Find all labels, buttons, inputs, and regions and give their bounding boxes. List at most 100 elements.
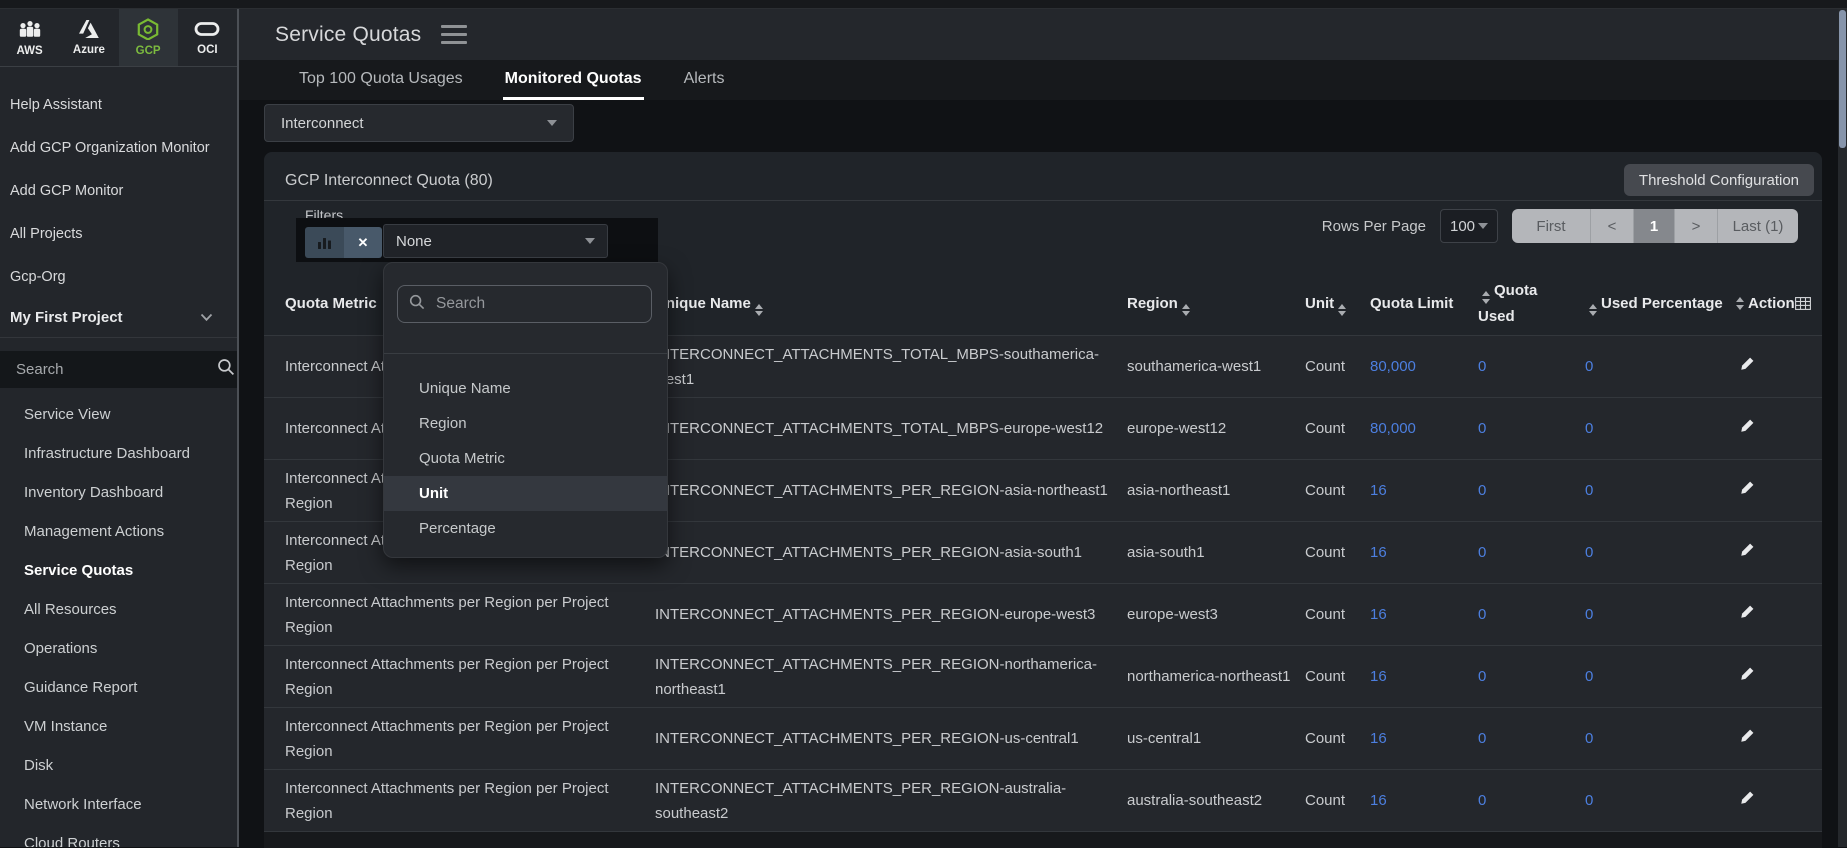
cell-quota-metric: Interconnect Attachments per Region per … <box>285 590 655 640</box>
quota-limit-link[interactable]: 80,000 <box>1370 420 1416 437</box>
column-header-unit[interactable]: Unit <box>1305 291 1370 317</box>
quota-limit-link[interactable]: 16 <box>1370 792 1387 809</box>
filter-chip[interactable]: ✕ <box>305 227 382 258</box>
pencil-icon[interactable] <box>1740 480 1755 495</box>
pencil-icon[interactable] <box>1740 418 1755 433</box>
quota-used-link[interactable]: 0 <box>1478 420 1486 437</box>
filter-option-region[interactable]: Region <box>384 406 667 441</box>
quota-used-link[interactable]: 0 <box>1478 544 1486 561</box>
provider-tab-oci[interactable]: OCI <box>178 9 237 66</box>
cell-used-percentage: 0 <box>1585 788 1732 813</box>
sidebar-item-vm-instance[interactable]: VM Instance <box>0 707 237 746</box>
sidebar-item-infrastructure-dashboard[interactable]: Infrastructure Dashboard <box>0 434 237 473</box>
provider-tab-azure[interactable]: Azure <box>59 9 118 66</box>
service-select[interactable]: Interconnect <box>264 104 574 142</box>
quota-used-link[interactable]: 0 <box>1478 358 1486 375</box>
used-percentage-link[interactable]: 0 <box>1585 730 1593 747</box>
quota-used-link[interactable]: 0 <box>1478 730 1486 747</box>
column-header-quota-limit[interactable]: Quota Limit <box>1370 291 1478 316</box>
pencil-icon[interactable] <box>1740 666 1755 681</box>
sidebar-search-input[interactable] <box>14 360 217 379</box>
sidebar-item-help-assistant[interactable]: Help Assistant <box>0 83 237 126</box>
rows-per-page-select[interactable]: 100 <box>1440 209 1498 243</box>
sidebar-item-my-first-project[interactable]: My First Project <box>0 297 237 338</box>
filter-option-quota-metric[interactable]: Quota Metric <box>384 441 667 476</box>
scrollbar-thumb[interactable] <box>1839 10 1846 148</box>
pagination-bar: Rows Per Page 100 First < 1 > Last (1) <box>1322 209 1798 243</box>
quota-used-link[interactable]: 0 <box>1478 606 1486 623</box>
sidebar-item-all-projects[interactable]: All Projects <box>0 212 237 255</box>
dropdown-search[interactable] <box>397 285 652 323</box>
pencil-icon[interactable] <box>1740 604 1755 619</box>
sidebar-item-management-actions[interactable]: Management Actions <box>0 512 237 551</box>
pager-next-button[interactable]: > <box>1675 209 1718 243</box>
pager-last-button[interactable]: Last (1) <box>1718 209 1798 243</box>
filter-option-percentage[interactable]: Percentage <box>384 511 667 546</box>
table-grid-icon[interactable] <box>1795 297 1811 310</box>
sidebar-item-cloud-routers[interactable]: Cloud Routers <box>0 824 237 847</box>
tab-bar: Top 100 Quota Usages Monitored Quotas Aler… <box>239 60 1838 100</box>
sidebar-item-operations[interactable]: Operations <box>0 629 237 668</box>
column-header-region[interactable]: Region <box>1127 291 1305 317</box>
pager-prev-button[interactable]: < <box>1591 209 1634 243</box>
cell-unit: Count <box>1305 788 1370 813</box>
used-percentage-link[interactable]: 0 <box>1585 792 1593 809</box>
dropdown-search-input[interactable] <box>434 294 640 314</box>
used-percentage-link[interactable]: 0 <box>1585 544 1593 561</box>
quota-limit-link[interactable]: 16 <box>1370 482 1387 499</box>
sidebar-item-add-gcp-organization-monitor[interactable]: Add GCP Organization Monitor <box>0 126 237 169</box>
close-icon[interactable]: ✕ <box>344 227 382 258</box>
pencil-icon[interactable] <box>1740 790 1755 805</box>
column-header-used-percentage[interactable]: Used Percentage <box>1585 291 1732 317</box>
used-percentage-link[interactable]: 0 <box>1585 606 1593 623</box>
quota-used-link[interactable]: 0 <box>1478 482 1486 499</box>
cell-quota-used: 0 <box>1478 416 1585 441</box>
used-percentage-link[interactable]: 0 <box>1585 482 1593 499</box>
hamburger-icon[interactable] <box>441 25 467 44</box>
cell-used-percentage: 0 <box>1585 602 1732 627</box>
filter-option-unit[interactable]: Unit <box>384 476 667 511</box>
quota-used-link[interactable]: 0 <box>1478 668 1486 685</box>
provider-tab-aws[interactable]: AWS <box>0 9 59 66</box>
column-header-quota-used[interactable]: Quota Used <box>1478 278 1585 329</box>
pencil-icon[interactable] <box>1740 356 1755 371</box>
quota-limit-link[interactable]: 16 <box>1370 730 1387 747</box>
column-header-unique-name[interactable]: Unique Name <box>655 291 1127 317</box>
scrollbar-track[interactable] <box>1838 9 1847 847</box>
table-row: Interconnect Attachments per Region per … <box>264 645 1822 707</box>
cell-quota-limit: 80,000 <box>1370 354 1478 379</box>
pencil-icon[interactable] <box>1740 542 1755 557</box>
pencil-icon[interactable] <box>1740 728 1755 743</box>
sidebar-item-guidance-report[interactable]: Guidance Report <box>0 668 237 707</box>
quota-used-link[interactable]: 0 <box>1478 792 1486 809</box>
filter-column-select[interactable]: None <box>383 224 608 258</box>
sidebar-item-disk[interactable]: Disk <box>0 746 237 785</box>
sidebar-search[interactable] <box>0 351 237 388</box>
sidebar-item-gcp-org[interactable]: Gcp-Org <box>0 255 237 298</box>
used-percentage-link[interactable]: 0 <box>1585 358 1593 375</box>
cell-unique-name: INTERCONNECT_ATTACHMENTS_PER_REGION-asia… <box>655 540 1127 565</box>
tab-alerts[interactable]: Alerts <box>682 60 727 100</box>
pager-current-page[interactable]: 1 <box>1634 209 1675 243</box>
pager-first-button[interactable]: First <box>1512 209 1591 243</box>
sidebar-item-inventory-dashboard[interactable]: Inventory Dashboard <box>0 473 237 512</box>
column-header-action[interactable]: Action <box>1732 291 1824 316</box>
threshold-configuration-button[interactable]: Threshold Configuration <box>1624 164 1814 196</box>
tab-top-100-quota-usages[interactable]: Top 100 Quota Usages <box>297 60 465 100</box>
sidebar-item-add-gcp-monitor[interactable]: Add GCP Monitor <box>0 169 237 212</box>
quota-limit-link[interactable]: 16 <box>1370 668 1387 685</box>
chevron-down-icon <box>1478 223 1488 229</box>
quota-limit-link[interactable]: 80,000 <box>1370 358 1416 375</box>
used-percentage-link[interactable]: 0 <box>1585 420 1593 437</box>
sidebar-item-service-quotas[interactable]: Service Quotas <box>0 551 237 590</box>
tab-monitored-quotas[interactable]: Monitored Quotas <box>503 60 644 100</box>
used-percentage-link[interactable]: 0 <box>1585 668 1593 685</box>
sidebar-item-network-interface[interactable]: Network Interface <box>0 785 237 824</box>
quota-limit-link[interactable]: 16 <box>1370 606 1387 623</box>
service-select-value: Interconnect <box>281 115 364 132</box>
sidebar-item-all-resources[interactable]: All Resources <box>0 590 237 629</box>
provider-tab-gcp[interactable]: GCP <box>119 9 178 66</box>
filter-option-unique-name[interactable]: Unique Name <box>384 371 667 406</box>
sidebar-item-service-view[interactable]: Service View <box>0 395 237 434</box>
quota-limit-link[interactable]: 16 <box>1370 544 1387 561</box>
